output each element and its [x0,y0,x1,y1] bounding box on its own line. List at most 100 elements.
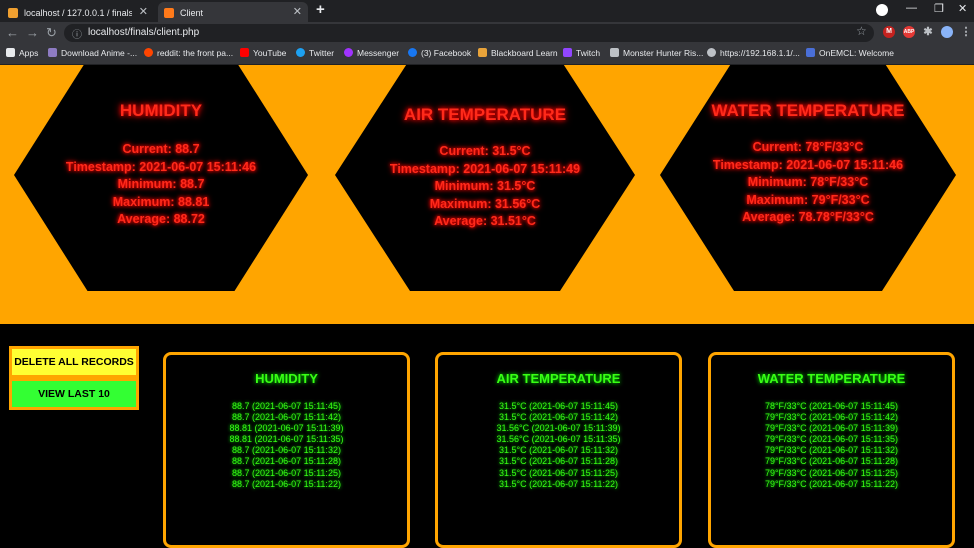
menu-dots-icon[interactable]: ⋮ [960,26,972,38]
records-list: 31.5°C (2021-06-07 15:11:45) 31.5°C (202… [438,401,679,490]
timestamp-value: Timestamp: 2021-06-07 15:11:49 [389,161,581,176]
current-value: Current: 78°F/33°C [752,140,864,154]
tab-search-icon[interactable] [876,4,888,16]
list-item: 78°F/33°C (2021-06-07 15:11:45) [764,401,899,411]
bookmark-item[interactable]: reddit: the front pa... [144,47,233,59]
bookmark-item[interactable]: Messenger [344,47,399,59]
info-icon[interactable]: ⓘ [72,26,82,41]
list-item: 31.5°C (2021-06-07 15:11:25) [498,467,618,478]
panel-title: AIR TEMPERATURE [496,371,621,386]
onemcl-icon [806,48,815,57]
reddit-icon [144,48,153,57]
maximum-value: Maximum: 31.56°C [429,196,541,211]
air-temperature-records-panel: AIR TEMPERATURE 31.5°C (2021-06-07 15:11… [435,352,682,548]
reload-icon[interactable]: ↻ [46,25,57,41]
browser-tab-strip: localhost / 127.0.0.1 / finals / sen ✕ C… [0,0,974,22]
list-item: 31.5°C (2021-06-07 15:11:32) [498,445,618,456]
bookmarks-bar: Apps Download Anime -... reddit: the fro… [0,44,974,65]
youtube-icon [240,48,249,57]
messenger-icon [344,48,353,57]
list-item: 79°F/33°C (2021-06-07 15:11:22) [764,478,899,489]
bookmark-item[interactable]: (3) Facebook [408,47,471,59]
back-arrow-icon[interactable]: ← [6,25,19,40]
twitch-icon [563,48,572,57]
bookmark-item[interactable]: OnEMCL: Welcome [806,47,894,59]
list-item: 88.81 (2021-06-07 15:11:35) [229,434,344,445]
bookmark-item[interactable]: Download Anime -... [48,47,137,59]
panel-title: HUMIDITY [255,371,318,386]
list-item: 88.7 (2021-06-07 15:11:42) [232,412,341,423]
tab-title: localhost / 127.0.0.1 / finals / sen [24,7,132,18]
maximum-value: Maximum: 79°F/33°C [746,192,870,207]
minimize-icon[interactable]: — [906,2,917,14]
humidity-records-panel: HUMIDITY 88.7 (2021-06-07 15:11:45) 88.7… [163,352,410,548]
average-value: Average: 31.51°C [434,214,536,228]
minimum-value: Minimum: 88.7 [117,177,205,191]
anime-icon [48,48,57,57]
average-value: Average: 78.78°F/33°C [742,210,874,224]
list-item: 31.5°C (2021-06-07 15:11:42) [498,412,618,423]
close-tab-icon[interactable]: ✕ [293,4,302,20]
globe-icon [707,48,716,57]
delete-all-records-button[interactable]: DELETE ALL RECORDS [9,346,139,378]
records-list: 78°F/33°C (2021-06-07 15:11:45) 79°F/33°… [711,401,952,490]
phpmyadmin-icon [8,7,18,18]
facebook-icon [408,48,417,57]
blackboard-icon [478,48,487,57]
hex-stats: Current: 78°F/33°C Timestamp: 2021-06-07… [660,139,956,227]
bookmark-item[interactable]: YouTube [240,47,286,59]
twitter-icon [296,48,305,57]
water-temperature-records-panel: WATER TEMPERATURE 78°F/33°C (2021-06-07 … [708,352,955,548]
water-temperature-hexagon: WATER TEMPERATURE Current: 78°F/33°C Tim… [660,65,956,291]
timestamp-value: Timestamp: 2021-06-07 15:11:46 [712,157,904,172]
extensions-puzzle-icon[interactable]: ✱ [922,26,934,38]
hex-title: AIR TEMPERATURE [403,105,567,124]
list-item: 88.7 (2021-06-07 15:11:28) [232,456,341,467]
bookmark-item[interactable]: Twitter [296,47,334,59]
adblock-extension-icon[interactable]: ABP [903,26,915,38]
tab-phpmyadmin[interactable]: localhost / 127.0.0.1 / finals / sen ✕ [2,2,154,22]
new-tab-plus-icon[interactable]: + [316,1,325,18]
gmail-extension-icon[interactable]: M [883,26,895,38]
profile-avatar-icon[interactable] [941,26,953,38]
list-item: 88.7 (2021-06-07 15:11:32) [232,445,341,456]
list-item: 79°F/33°C (2021-06-07 15:11:28) [764,456,899,467]
list-item: 79°F/33°C (2021-06-07 15:11:42) [764,412,899,423]
maximum-value: Maximum: 88.81 [112,194,210,209]
minimum-value: Minimum: 78°F/33°C [747,175,869,189]
address-url[interactable]: localhost/finals/client.php [88,27,199,38]
tab-client[interactable]: Client ✕ [158,2,308,22]
hex-stats: Current: 88.7 Timestamp: 2021-06-07 15:1… [14,141,308,229]
list-item: 79°F/33°C (2021-06-07 15:11:35) [764,434,899,445]
air-temperature-hexagon: AIR TEMPERATURE Current: 31.5°C Timestam… [335,65,635,291]
client-page-icon [164,7,174,18]
close-window-icon[interactable]: ✕ [958,2,967,15]
bookmark-item[interactable]: Blackboard Learn [478,47,558,59]
hex-stats: Current: 31.5°C Timestamp: 2021-06-07 15… [335,143,635,231]
list-item: 88.7 (2021-06-07 15:11:45) [232,401,341,411]
bookmark-star-icon[interactable]: ☆ [856,24,867,38]
bookmark-item[interactable]: Monster Hunter Ris... [610,47,703,59]
list-item: 79°F/33°C (2021-06-07 15:11:39) [764,423,899,434]
bookmark-item[interactable]: Apps [6,47,38,59]
current-value: Current: 88.7 [122,142,200,156]
sensor-summary-band: HUMIDITY Current: 88.7 Timestamp: 2021-0… [0,65,974,324]
maximize-icon[interactable]: ❐ [934,2,944,15]
bookmark-item[interactable]: Twitch [563,47,600,59]
list-item: 79°F/33°C (2021-06-07 15:11:25) [764,467,899,478]
forward-arrow-icon[interactable]: → [26,25,39,40]
list-item: 31.56°C (2021-06-07 15:11:39) [496,423,621,434]
view-last-10-records-button[interactable]: VIEW LAST 10 RECORDS [9,378,139,426]
list-item: 31.5°C (2021-06-07 15:11:22) [498,478,618,489]
monster-hunter-icon [610,48,619,57]
tab-title: Client [180,7,204,18]
hex-title: HUMIDITY [119,101,203,120]
close-tab-icon[interactable]: ✕ [139,4,148,20]
bookmark-item[interactable]: https://192.168.1.1/... [707,47,800,59]
browser-toolbar: ← → ↻ ⓘ localhost/finals/client.php [0,22,974,44]
records-list: 88.7 (2021-06-07 15:11:45) 88.7 (2021-06… [166,401,407,490]
list-item: 31.5°C (2021-06-07 15:11:28) [498,456,618,467]
address-bar[interactable]: ⓘ localhost/finals/client.php [64,24,874,42]
list-item: 31.56°C (2021-06-07 15:11:35) [496,434,621,445]
apps-grid-icon [6,48,15,57]
